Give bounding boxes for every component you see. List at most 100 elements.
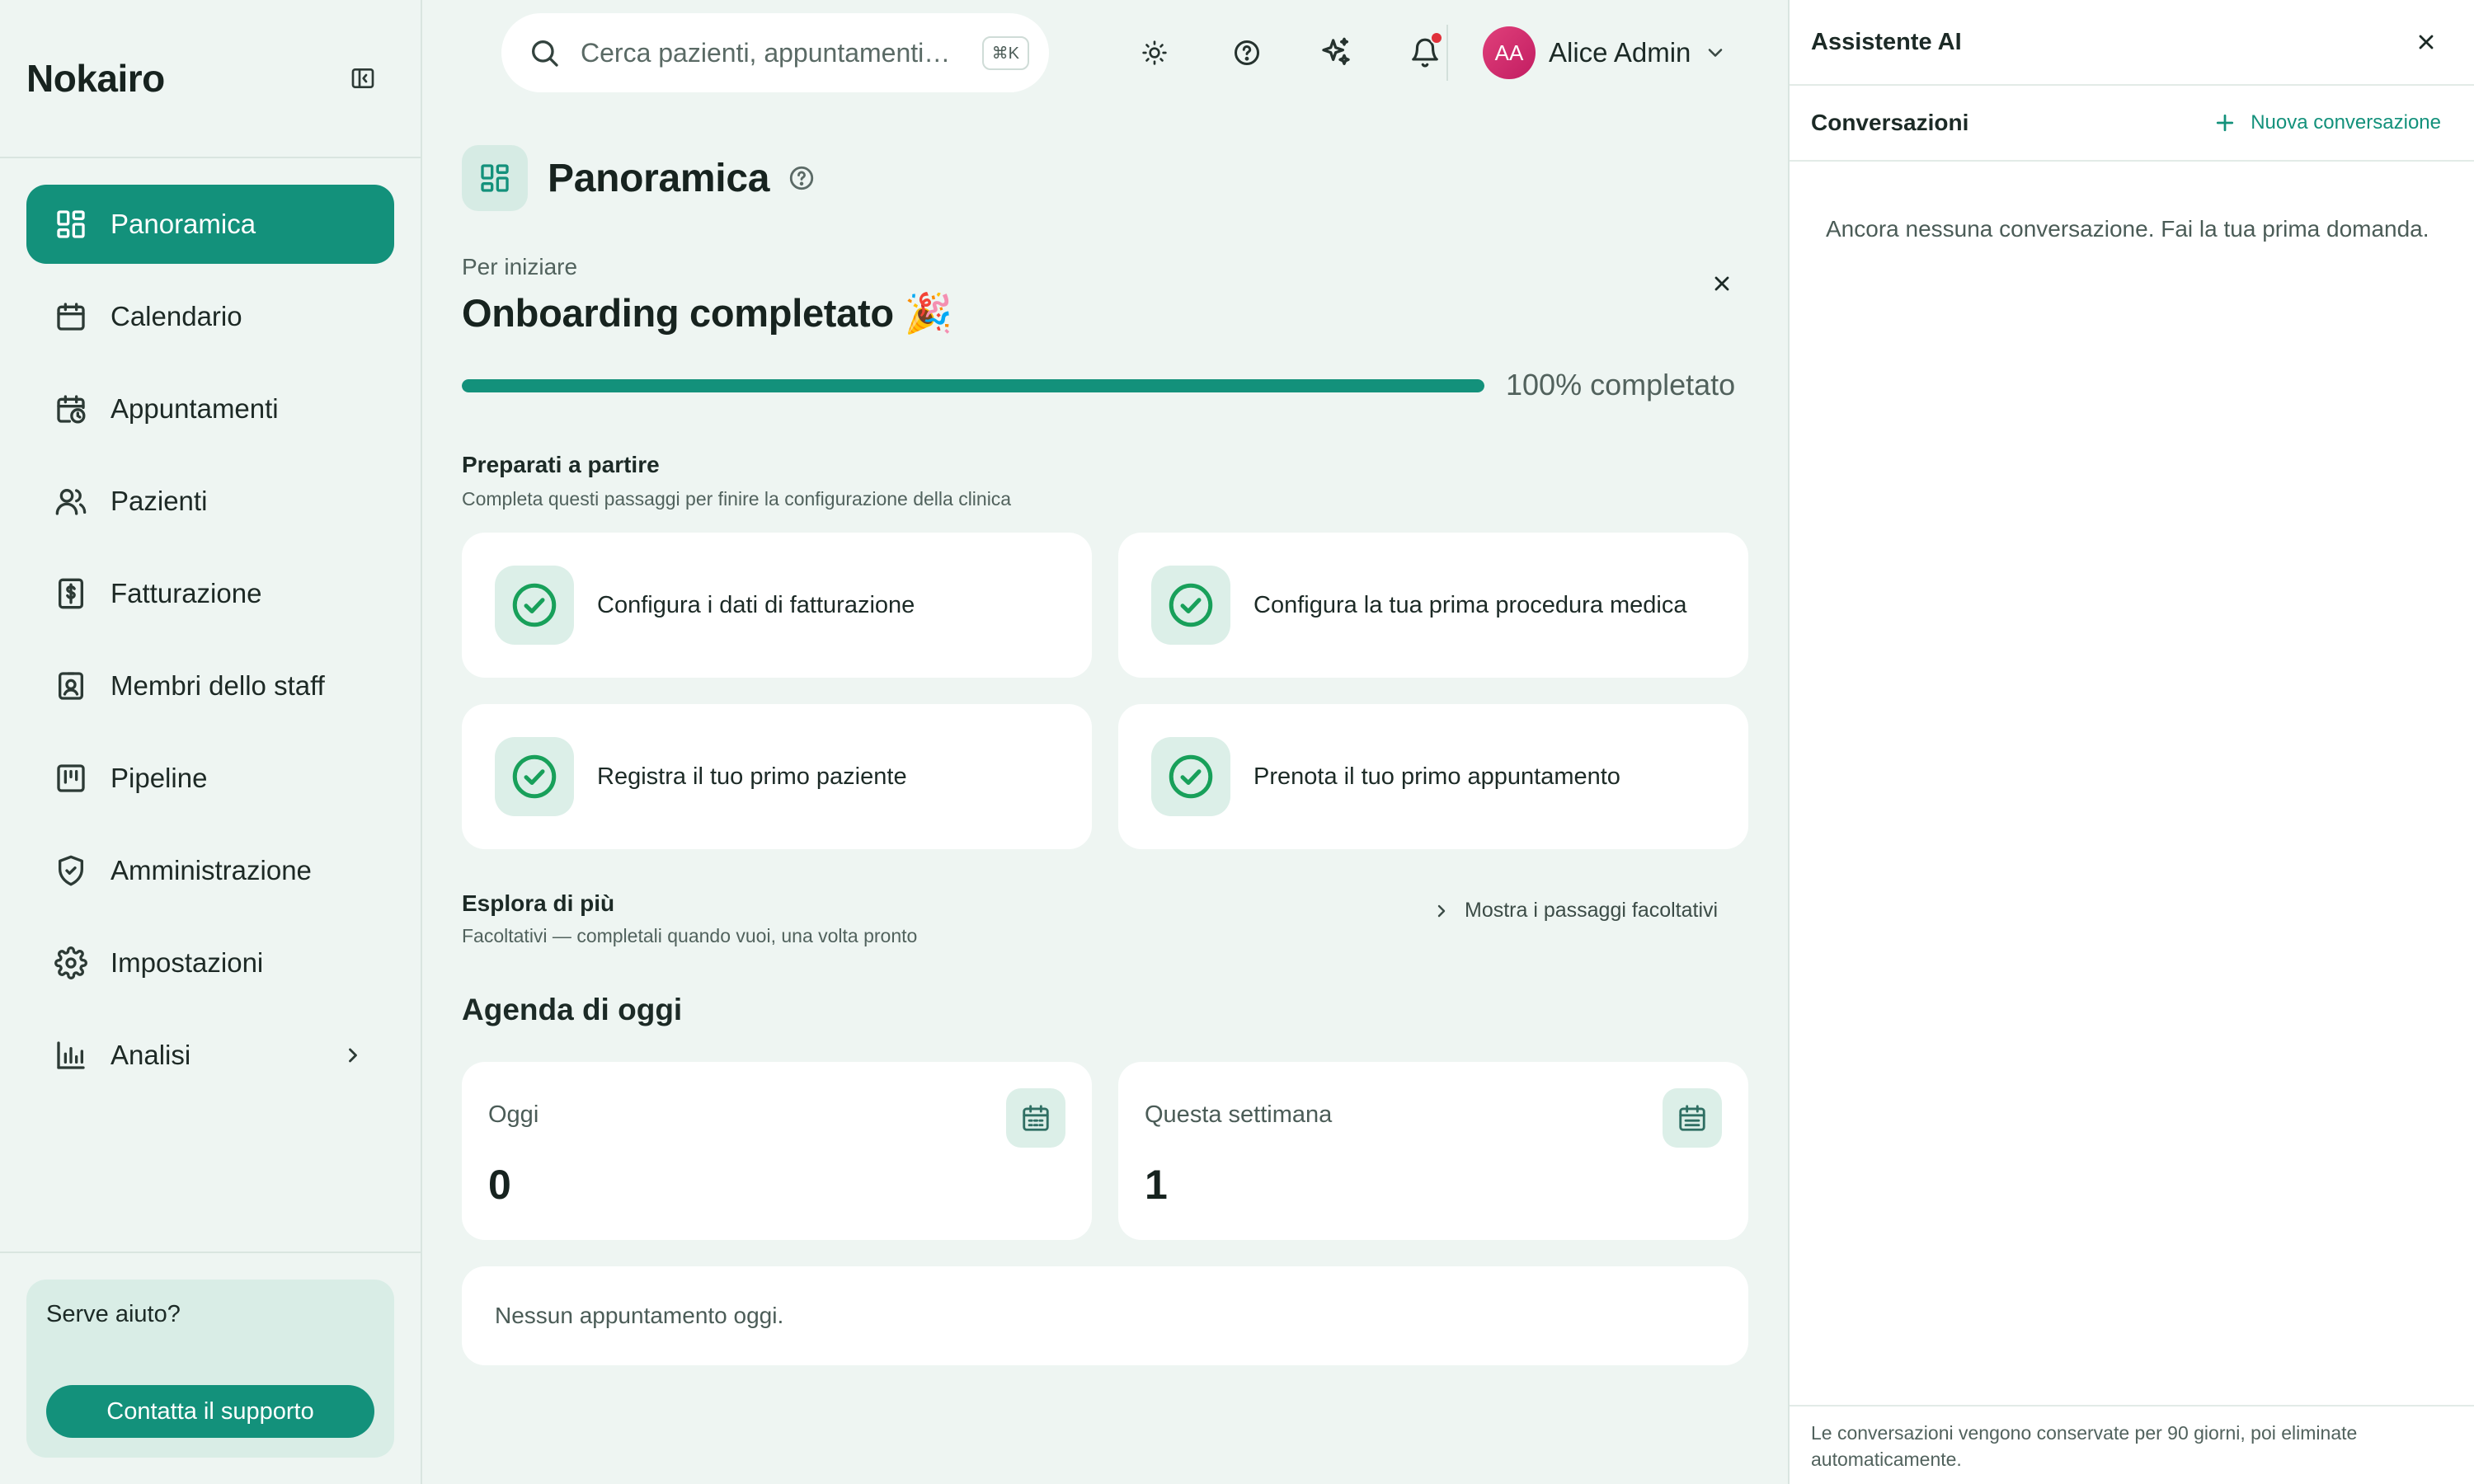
check-circle-icon bbox=[1151, 737, 1230, 816]
onboarding-progress-bar bbox=[462, 379, 1484, 392]
page-title: Panoramica bbox=[548, 156, 770, 200]
sidebar: Nokairo Panoramica Calendario Appuntamen… bbox=[0, 0, 422, 1484]
chevron-right-icon bbox=[341, 1044, 365, 1067]
calendar-icon bbox=[54, 300, 87, 333]
page-header: Panoramica bbox=[462, 145, 816, 211]
explore-subtitle: Facoltativi — completali quando vuoi, un… bbox=[462, 925, 918, 946]
sidebar-item-panoramica[interactable]: Panoramica bbox=[26, 185, 394, 264]
bar-chart-icon bbox=[54, 1039, 87, 1072]
sidebar-footer: Serve aiuto? Contatta il supporto bbox=[0, 1252, 421, 1484]
onboarding-eyebrow: Per iniziare bbox=[462, 254, 578, 279]
prepare-title: Preparati a partire bbox=[462, 452, 660, 477]
explore-title: Esplora di più bbox=[462, 890, 615, 916]
shield-check-icon bbox=[54, 854, 87, 887]
sidebar-item-label: Amministrazione bbox=[111, 855, 312, 885]
stat-card-week: Questa settimana 1 bbox=[1118, 1062, 1748, 1240]
ai-panel-title: Assistente AI bbox=[1811, 28, 1962, 55]
brand-logo[interactable]: Nokairo bbox=[26, 56, 165, 101]
new-conversation-button[interactable]: Nuova conversazione bbox=[2213, 110, 2441, 135]
calendar-icon bbox=[1663, 1088, 1722, 1148]
topbar: ⌘K AA Alice Admin bbox=[422, 0, 1788, 107]
ai-assistant-panel: Assistente AI Conversazioni Nuova conver… bbox=[1788, 0, 2474, 1484]
progress-fill bbox=[462, 379, 1484, 392]
check-circle-icon bbox=[1151, 566, 1230, 645]
stat-label: Questa settimana bbox=[1145, 1101, 1333, 1128]
check-circle-icon bbox=[495, 566, 574, 645]
sidebar-item-fatturazione[interactable]: Fatturazione bbox=[26, 554, 394, 633]
conversations-empty-message: Ancora nessuna conversazione. Fai la tua… bbox=[1826, 216, 2429, 242]
help-circle-icon[interactable] bbox=[788, 164, 816, 192]
task-card[interactable]: Registra il tuo primo paziente bbox=[462, 704, 1092, 849]
sidebar-item-pazienti[interactable]: Pazienti bbox=[26, 462, 394, 541]
sidebar-item-label: Calendario bbox=[111, 301, 242, 331]
task-label: Configura i dati di fatturazione bbox=[597, 591, 915, 618]
notifications-bell-icon[interactable] bbox=[1407, 31, 1443, 71]
close-icon[interactable] bbox=[1707, 269, 1737, 298]
sidebar-item-label: Pazienti bbox=[111, 486, 208, 516]
sidebar-item-label: Pipeline bbox=[111, 763, 208, 793]
sidebar-item-membri-staff[interactable]: Membri dello staff bbox=[26, 646, 394, 726]
calendar-clock-icon bbox=[54, 392, 87, 425]
gear-icon bbox=[54, 946, 87, 979]
contact-support-button[interactable]: Contatta il supporto bbox=[46, 1385, 374, 1438]
search-input[interactable] bbox=[581, 37, 976, 68]
task-label: Configura la tua prima procedura medica bbox=[1253, 591, 1687, 618]
collapse-sidebar-icon[interactable] bbox=[346, 62, 379, 95]
conversations-title: Conversazioni bbox=[1811, 110, 1969, 135]
ai-panel-header: Assistente AI bbox=[1790, 0, 2474, 86]
sidebar-item-label: Impostazioni bbox=[111, 947, 264, 978]
help-card: Serve aiuto? Contatta il supporto bbox=[26, 1280, 394, 1458]
no-appointments-message: Nessun appuntamento oggi. bbox=[462, 1266, 1748, 1365]
sidebar-header: Nokairo bbox=[0, 0, 421, 158]
task-label: Prenota il tuo primo appuntamento bbox=[1253, 763, 1620, 790]
sidebar-nav: Panoramica Calendario Appuntamenti Pazie… bbox=[0, 158, 421, 1095]
plus-icon bbox=[2213, 110, 2237, 135]
ai-sparkle-icon[interactable] bbox=[1318, 35, 1354, 71]
calendar-icon bbox=[1006, 1088, 1065, 1148]
progress-label: 100% completato bbox=[1506, 368, 1736, 402]
sidebar-item-label: Fatturazione bbox=[111, 578, 262, 608]
sidebar-item-label: Membri dello staff bbox=[111, 670, 325, 701]
chevron-right-icon bbox=[1432, 901, 1451, 921]
help-circle-icon[interactable] bbox=[1229, 35, 1265, 71]
stat-card-today: Oggi 0 bbox=[462, 1062, 1092, 1240]
keyboard-shortcut-badge: ⌘K bbox=[981, 35, 1029, 70]
sidebar-item-calendario[interactable]: Calendario bbox=[26, 277, 394, 356]
show-optional-steps-button[interactable]: Mostra i passaggi facoltativi bbox=[1432, 899, 1718, 923]
help-title: Serve aiuto? bbox=[46, 1301, 181, 1327]
check-circle-icon bbox=[495, 737, 574, 816]
dashboard-grid-icon bbox=[462, 145, 528, 211]
onboarding-title: Onboarding completato 🎉 bbox=[462, 291, 952, 335]
task-card[interactable]: Configura i dati di fatturazione bbox=[462, 533, 1092, 678]
notification-dot bbox=[1430, 31, 1443, 45]
sidebar-item-appuntamenti[interactable]: Appuntamenti bbox=[26, 369, 394, 448]
prepare-subtitle: Completa questi passaggi per finire la c… bbox=[462, 488, 1012, 510]
show-optional-label: Mostra i passaggi facoltativi bbox=[1465, 899, 1719, 922]
sidebar-item-impostazioni[interactable]: Impostazioni bbox=[26, 923, 394, 1003]
sidebar-item-amministrazione[interactable]: Amministrazione bbox=[26, 831, 394, 910]
theme-toggle-sun-icon[interactable] bbox=[1136, 35, 1173, 71]
receipt-dollar-icon bbox=[54, 577, 87, 610]
search-box[interactable]: ⌘K bbox=[501, 13, 1049, 92]
sidebar-item-label: Analisi bbox=[111, 1040, 191, 1070]
user-name: Alice Admin bbox=[1549, 37, 1691, 68]
sidebar-item-pipeline[interactable]: Pipeline bbox=[26, 739, 394, 818]
dashboard-grid-icon bbox=[54, 208, 87, 241]
users-icon bbox=[54, 485, 87, 518]
close-icon[interactable] bbox=[2411, 27, 2441, 57]
user-menu[interactable]: AA Alice Admin bbox=[1483, 26, 1727, 79]
task-card[interactable]: Prenota il tuo primo appuntamento bbox=[1118, 704, 1748, 849]
retention-notice: Le conversazioni vengono conservate per … bbox=[1790, 1405, 2474, 1484]
sidebar-item-analisi[interactable]: Analisi bbox=[26, 1016, 394, 1095]
agenda-title: Agenda di oggi bbox=[462, 993, 683, 1026]
stat-value: 1 bbox=[1145, 1162, 1168, 1208]
chevron-down-icon bbox=[1704, 41, 1727, 64]
topbar-divider bbox=[1446, 25, 1448, 81]
conversations-header: Conversazioni Nuova conversazione bbox=[1790, 86, 2474, 162]
sidebar-item-label: Appuntamenti bbox=[111, 393, 279, 424]
task-card[interactable]: Configura la tua prima procedura medica bbox=[1118, 533, 1748, 678]
search-icon bbox=[528, 36, 561, 69]
task-label: Registra il tuo primo paziente bbox=[597, 763, 907, 790]
stat-label: Oggi bbox=[488, 1101, 539, 1128]
id-badge-icon bbox=[54, 669, 87, 702]
